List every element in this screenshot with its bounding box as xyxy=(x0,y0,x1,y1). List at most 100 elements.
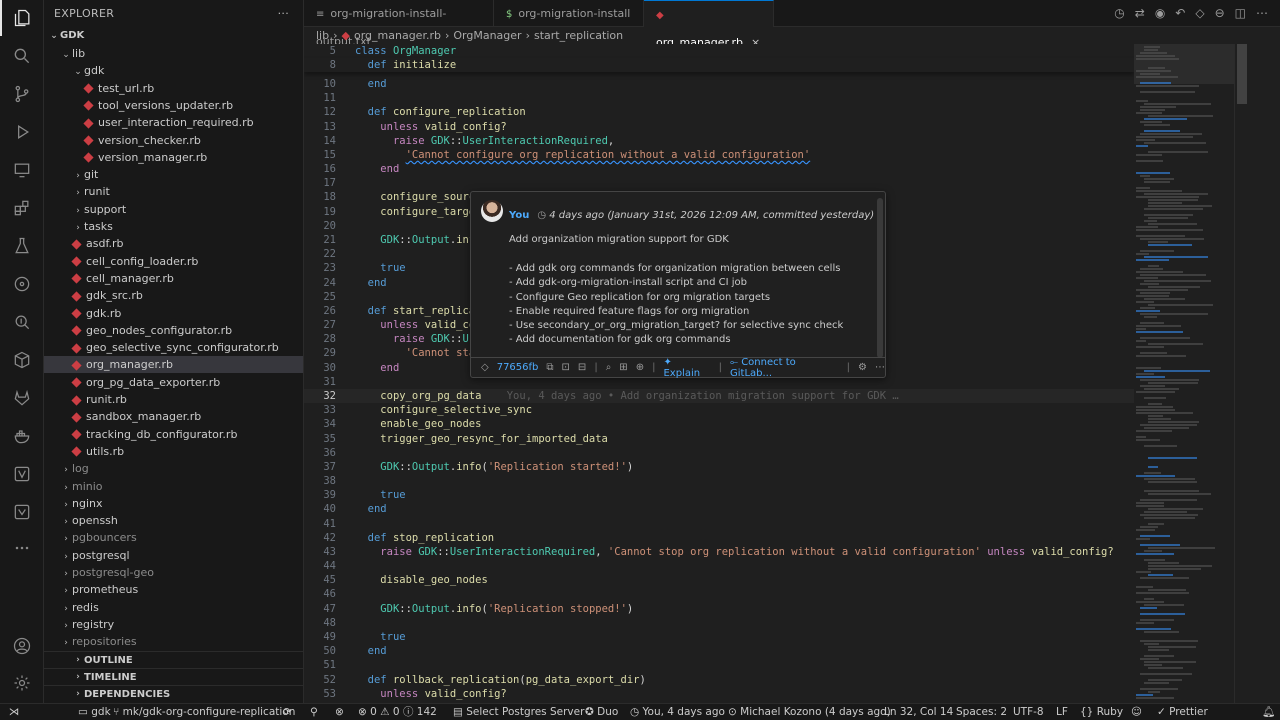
dependencies-section[interactable]: › DEPENDENCIES xyxy=(44,685,303,702)
testing-icon[interactable] xyxy=(0,228,44,264)
folder-item[interactable]: › pgbouncers xyxy=(44,529,303,546)
open-changes-icon[interactable]: ⊖ xyxy=(1215,6,1225,20)
code-line[interactable]: 53 unless valid_config? xyxy=(304,687,1134,701)
folder-item[interactable]: › minio xyxy=(44,478,303,495)
run-debug-icon[interactable] xyxy=(0,114,44,150)
split-editor-icon[interactable]: ◫ xyxy=(1235,6,1246,20)
file-item[interactable]: cell_manager.rb xyxy=(44,270,303,287)
code-line[interactable]: 11 xyxy=(304,91,1134,105)
account-icon[interactable] xyxy=(0,628,44,664)
hover-scrollbar[interactable] xyxy=(877,198,883,358)
file-item[interactable]: user_interaction_required.rb xyxy=(44,114,303,131)
file-item[interactable]: cell_config_loader.rb xyxy=(44,253,303,270)
more-views-icon[interactable] xyxy=(0,530,44,566)
gitlens-icon[interactable] xyxy=(0,266,44,302)
code-line[interactable]: 47 GDK::Output.info('Replication stopped… xyxy=(304,602,1134,616)
end-of-line[interactable]: LF xyxy=(1056,704,1068,720)
breadcrumb-item[interactable]: lib xyxy=(316,29,329,42)
code-line[interactable]: 13 unless valid_config? xyxy=(304,120,1134,134)
indentation[interactable]: Spaces: 2 xyxy=(956,704,1007,720)
remote-explorer-icon[interactable] xyxy=(0,152,44,188)
breadcrumb-item[interactable]: start_replication xyxy=(534,29,623,42)
gitlens-blame-icon[interactable]: ◇ xyxy=(1195,6,1204,20)
compare-changes-icon[interactable]: ⇄ xyxy=(1135,6,1145,20)
code-line[interactable]: 45 disable_geo_nodes xyxy=(304,573,1134,587)
notifications-icon[interactable]: 🔔︎ xyxy=(1262,704,1275,720)
folder-item[interactable]: › log xyxy=(44,460,303,477)
tab-org-migration-install-output[interactable]: ≡ org-migration-install-output.txt xyxy=(304,0,494,48)
open-commit-details-icon[interactable]: ⊟ xyxy=(578,362,586,373)
code-line[interactable]: 5 class OrgManager xyxy=(304,44,1134,58)
extensions-icon[interactable] xyxy=(0,190,44,226)
code-line[interactable]: 46 xyxy=(304,587,1134,601)
database-icon[interactable] xyxy=(0,342,44,378)
minimap[interactable] xyxy=(1134,44,1234,703)
file-item[interactable]: runit.rb xyxy=(44,391,303,408)
code-line[interactable]: 50 end xyxy=(304,644,1134,658)
file-item[interactable]: tracking_db_configurator.rb xyxy=(44,426,303,443)
file-item[interactable]: geo_selective_sync_configurator.rb xyxy=(44,339,303,356)
code-line[interactable]: 34 enable_geo_nodes xyxy=(304,417,1134,431)
explorer-more-button[interactable]: ··· xyxy=(278,7,289,20)
code-line[interactable]: 10 end xyxy=(304,77,1134,91)
folder-item[interactable]: › redis xyxy=(44,599,303,616)
code-line[interactable]: 43 raise GDK::UserInteractionRequired, '… xyxy=(304,545,1134,559)
tab-org-migration-install[interactable]: $ org-migration-install xyxy=(494,0,644,27)
folder-item[interactable]: › registry xyxy=(44,616,303,633)
file-item[interactable]: gdk_src.rb xyxy=(44,287,303,304)
code-line[interactable]: 48 xyxy=(304,616,1134,630)
code-line[interactable]: 33 configure_selective_sync xyxy=(304,403,1134,417)
database-selector[interactable]: ▤ Select Postgres Server xyxy=(453,704,584,720)
manage-gear-icon[interactable] xyxy=(0,665,44,701)
file-item[interactable]: utils.rb xyxy=(44,443,303,460)
ports-icon[interactable]: ⊗ xyxy=(335,704,344,720)
toggle-record-icon[interactable]: ◉ xyxy=(1155,6,1165,20)
branch-indicator[interactable]: ⑂ mk/gdk-org-configure-replication xyxy=(113,704,295,720)
gitlab-icon[interactable] xyxy=(0,380,44,416)
code-line[interactable]: 42 def stop_replication xyxy=(304,531,1134,545)
code-line[interactable]: 35 trigger_geo_resync_for_imported_data xyxy=(304,432,1134,446)
code-line[interactable]: 49 true xyxy=(304,630,1134,644)
file-item[interactable]: org_pg_data_exporter.rb xyxy=(44,374,303,391)
folder-item[interactable]: › repositories xyxy=(44,633,303,650)
open-changes-icon[interactable]: ⊡ xyxy=(562,362,570,373)
timeline-section[interactable]: › TIMELINE xyxy=(44,668,303,685)
code-line[interactable]: 40 end xyxy=(304,502,1134,516)
file-item[interactable]: version_manager.rb xyxy=(44,149,303,166)
language-mode[interactable]: {} Ruby xyxy=(1080,704,1123,720)
author-status[interactable]: ⊙ Michael Kozono (4 days ago) xyxy=(728,704,891,720)
code-line[interactable]: 14 raise GDK::UserInteractionRequired, xyxy=(304,134,1134,148)
breadcrumb-item[interactable]: org_manager.rb xyxy=(354,29,441,42)
docker-icon[interactable] xyxy=(0,418,44,454)
more-actions-icon[interactable]: ⋯ xyxy=(1256,6,1268,20)
folder-item[interactable]: › postgresql xyxy=(44,547,303,564)
file-item[interactable]: test_url.rb xyxy=(44,80,303,97)
code-line[interactable]: 32 copy_org_pg_data You, 4 days ago • Ad… xyxy=(304,388,1134,403)
folder-item[interactable]: › runit xyxy=(44,183,303,200)
pipeline-icon[interactable] xyxy=(0,494,44,530)
code-line[interactable]: 36 xyxy=(304,446,1134,460)
folder-item[interactable]: › postgresql-geo xyxy=(44,564,303,581)
previous-change-icon[interactable]: ↶ xyxy=(1175,6,1185,20)
settings-icon[interactable]: ⚙ xyxy=(858,362,867,373)
blame-status[interactable]: ◷ You, 4 days ago xyxy=(630,704,725,720)
code-line[interactable]: 39 true xyxy=(304,488,1134,502)
code-line[interactable]: 51 xyxy=(304,658,1134,672)
kubernetes-icon[interactable] xyxy=(0,456,44,492)
code-line[interactable]: 41 xyxy=(304,517,1134,531)
code-line[interactable]: 17 xyxy=(304,176,1134,190)
prettier-status[interactable]: ✓ Prettier xyxy=(1157,704,1208,720)
explorer-icon[interactable] xyxy=(0,0,44,36)
folder-item[interactable]: › support xyxy=(44,201,303,218)
code-line[interactable]: 8 def initialize xyxy=(304,58,1134,72)
connect-gitlab-link[interactable]: ⟜ Connect to GitLab... xyxy=(730,357,839,379)
copy-sha-icon[interactable]: ⧉ xyxy=(546,362,553,373)
cursor-position[interactable]: Ln 32, Col 14 xyxy=(884,704,953,720)
file-item[interactable]: gdk.rb xyxy=(44,305,303,322)
file-item[interactable]: tool_versions_updater.rb xyxy=(44,97,303,114)
folder-item[interactable]: › nginx xyxy=(44,495,303,512)
folder-item[interactable]: › tasks xyxy=(44,218,303,235)
search-commit-icon[interactable]: ⌕ xyxy=(606,362,612,373)
timeline-icon[interactable]: ◷ xyxy=(1114,6,1124,20)
sync-icon[interactable]: ⟳ xyxy=(283,704,292,720)
